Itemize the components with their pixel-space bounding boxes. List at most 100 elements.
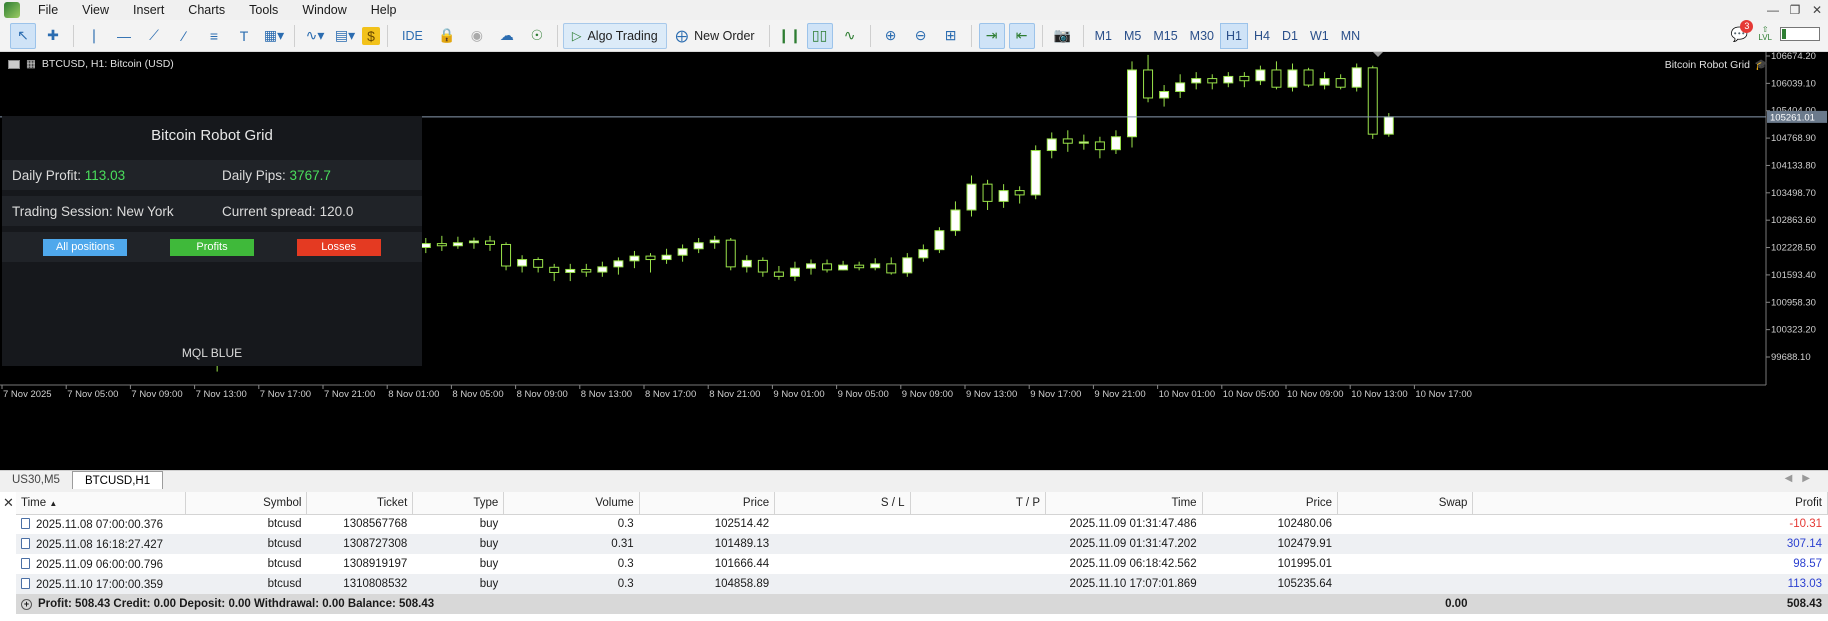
cell-close-time: 2025.11.10 17:07:01.869 (1045, 574, 1203, 594)
tile-windows-icon[interactable]: ⊞ (938, 23, 964, 49)
zoom-out-icon[interactable]: ⊖ (908, 23, 934, 49)
summary-text-cell: + Profit: 508.43 Credit: 0.00 Deposit: 0.… (16, 594, 1338, 614)
tab-scroll-arrows-icon[interactable]: ◀▶ (1785, 473, 1820, 484)
time-tick-label: 10 Nov 01:00 (1159, 389, 1216, 400)
table-row[interactable]: 2025.11.08 07:00:00.376 btcusd 130856776… (16, 514, 1828, 534)
trendline-icon[interactable]: ⟋ (141, 23, 167, 49)
table-row[interactable]: 2025.11.09 06:00:00.796 btcusd 130891919… (16, 554, 1828, 574)
fibonacci-icon[interactable]: ≡ (201, 23, 227, 49)
losses-button[interactable]: Losses (296, 238, 381, 256)
close-panel-icon[interactable]: ✕ (3, 495, 14, 511)
menu-window[interactable]: Window (290, 0, 358, 20)
ea-panel-title: Bitcoin Robot Grid (151, 126, 273, 144)
bar-chart-icon[interactable]: ❙❙ (777, 23, 803, 49)
indicators-icon[interactable]: ▤▾ (332, 23, 358, 49)
deal-icon (21, 537, 30, 549)
restore-icon[interactable]: ❐ (1784, 0, 1806, 20)
timeframe-h4[interactable]: H4 (1248, 23, 1276, 49)
col-price[interactable]: Price (639, 492, 776, 515)
profits-button[interactable]: Profits (169, 238, 254, 256)
summary-plus-icon[interactable]: + (21, 599, 32, 610)
col-ticket[interactable]: Ticket (306, 492, 414, 515)
tab-btcusd-h1[interactable]: BTCUSD,H1 (71, 471, 164, 489)
price-tick-label: 99688.10 (1771, 352, 1811, 363)
horizontal-line-icon[interactable]: — (111, 23, 137, 49)
dollar-icon[interactable]: $ (362, 26, 380, 45)
new-order-icon: ⨁ (675, 29, 689, 43)
signal-icon[interactable]: ◉ (464, 23, 490, 49)
time-tick-label: 7 Nov 05:00 (67, 389, 118, 400)
menu-tools[interactable]: Tools (237, 0, 290, 20)
cell-time-text: 2025.11.10 17:00:00.359 (36, 578, 164, 591)
lock-icon[interactable]: 🔒 (434, 23, 460, 49)
new-order-button[interactable]: ⨁ New Order (667, 23, 764, 49)
cell-type: buy (412, 574, 504, 594)
channel-icon[interactable]: ∕ (171, 23, 197, 49)
sort-asc-icon: ▲ (49, 498, 58, 508)
timeframe-m15[interactable]: M15 (1147, 23, 1183, 49)
close-icon[interactable]: ✕ (1806, 0, 1828, 20)
toolbar-separator (768, 24, 770, 47)
cell-close-price: 102480.06 (1277, 518, 1333, 531)
vps-icon[interactable]: ☉ (524, 23, 550, 49)
col-time[interactable]: Time ▲ (16, 492, 186, 515)
menu-charts[interactable]: Charts (176, 0, 237, 20)
auto-scroll-icon[interactable]: ⇥ (978, 22, 1005, 49)
algo-trading-button[interactable]: ▷ Algo Trading (562, 22, 667, 49)
cursor-icon[interactable]: ↖ (10, 22, 36, 49)
table-row[interactable]: 2025.11.10 17:00:00.359 btcusd 131080853… (16, 574, 1828, 594)
chart-shift-icon[interactable]: ⇤ (1008, 22, 1035, 49)
text-tool-icon[interactable]: T (231, 23, 257, 49)
col-swap[interactable]: Swap (1337, 492, 1474, 515)
screenshot-icon[interactable]: 📷 (1050, 23, 1076, 49)
all-positions-button[interactable]: All positions (43, 238, 128, 256)
col-type[interactable]: Type (412, 492, 505, 515)
timeframe-m30[interactable]: M30 (1184, 23, 1220, 49)
vertical-line-icon[interactable]: ❘ (81, 23, 107, 49)
chart-tabs: US30,M5 BTCUSD,H1 ◀▶ (0, 470, 1828, 489)
candlestick-icon[interactable]: ▯▯ (806, 22, 833, 49)
col-close-price[interactable]: Price (1202, 492, 1339, 515)
toolbar-separator (869, 24, 871, 47)
price-chart[interactable]: 106674.20106039.10105404.00104768.901041… (0, 52, 1828, 470)
line-chart-icon[interactable]: ∿ (837, 23, 863, 49)
timeframe-m5[interactable]: M5 (1118, 23, 1147, 49)
col-close-time[interactable]: Time (1045, 492, 1203, 515)
cloud-icon[interactable]: ☁ (494, 23, 520, 49)
chart-type-icon[interactable]: ∿▾ (302, 23, 328, 49)
notifications-icon[interactable]: 💬 3 (1728, 20, 1754, 45)
cell-swap (1337, 534, 1473, 554)
zoom-in-icon[interactable]: ⊕ (878, 23, 904, 49)
ide-button[interactable]: IDE (393, 23, 432, 49)
timeframe-d1[interactable]: D1 (1276, 23, 1304, 49)
menu-file[interactable]: File (26, 0, 70, 20)
cell-profit: -10.31 (1789, 518, 1822, 531)
timeframe-mn[interactable]: MN (1335, 23, 1366, 49)
candle-body (1191, 78, 1202, 84)
time-tick-label: 8 Nov 17:00 (645, 389, 696, 400)
candle-body (1351, 67, 1362, 88)
timeframe-h1[interactable]: H1 (1220, 22, 1248, 49)
time-tick-label: 8 Nov 21:00 (709, 389, 760, 400)
menu-view[interactable]: View (70, 0, 121, 20)
spread-label: Current spread: (222, 203, 316, 219)
menu-help[interactable]: Help (359, 0, 409, 20)
shapes-icon[interactable]: ▦▾ (261, 23, 287, 49)
col-tp[interactable]: T / P (910, 492, 1047, 515)
cell-tp (910, 554, 1045, 574)
level-icon[interactable]: ⇧ LVL (1758, 26, 1772, 42)
candle-body (822, 263, 833, 271)
menu-insert[interactable]: Insert (121, 0, 176, 20)
col-volume[interactable]: Volume (503, 492, 640, 515)
col-symbol[interactable]: Symbol (185, 492, 308, 515)
minimize-icon[interactable]: — (1762, 0, 1784, 20)
timeframe-m1[interactable]: M1 (1089, 23, 1118, 49)
crosshair-icon[interactable]: ✚ (40, 23, 66, 49)
table-row[interactable]: 2025.11.08 16:18:27.427 btcusd 130872730… (16, 534, 1828, 554)
col-sl[interactable]: S / L (774, 492, 911, 515)
daily-pips-value: 3767.7 (289, 167, 331, 183)
timeframe-w1[interactable]: W1 (1304, 23, 1335, 49)
candle-body (1271, 69, 1282, 88)
col-profit[interactable]: Profit (1472, 492, 1828, 515)
tab-us30-m5[interactable]: US30,M5 (0, 471, 72, 489)
